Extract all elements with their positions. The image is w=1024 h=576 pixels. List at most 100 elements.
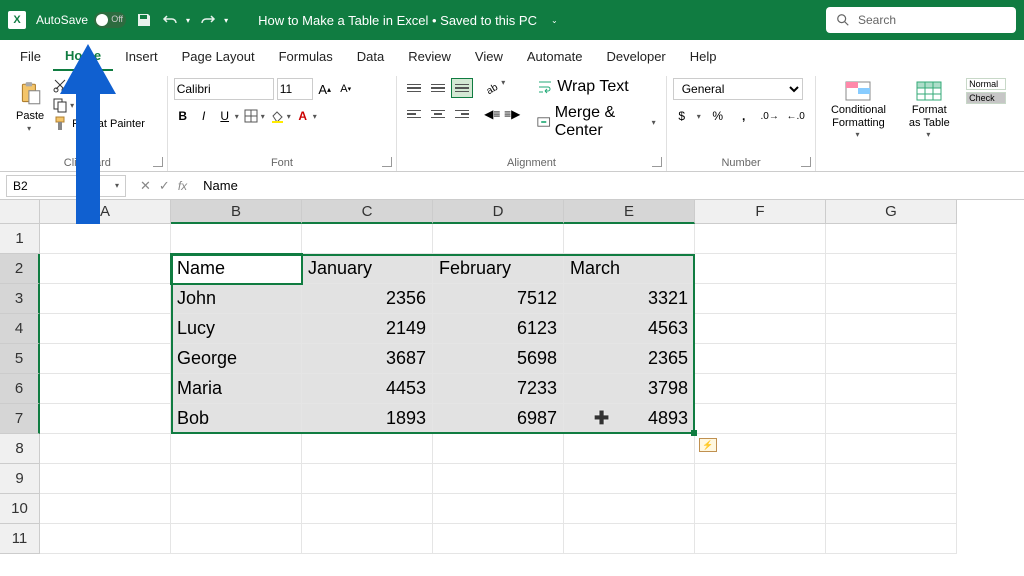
cell-F6[interactable] xyxy=(695,374,826,404)
align-left-icon[interactable] xyxy=(403,104,425,124)
decrease-font-icon[interactable]: A▾ xyxy=(337,79,355,99)
cell-G7[interactable] xyxy=(826,404,957,434)
row-header-10[interactable]: 10 xyxy=(0,494,40,524)
tab-insert[interactable]: Insert xyxy=(113,43,170,70)
cell-style-normal[interactable]: Normal xyxy=(966,78,1006,90)
cell-E6[interactable]: 3798 xyxy=(564,374,695,404)
tab-developer[interactable]: Developer xyxy=(595,43,678,70)
formula-input[interactable]: Name xyxy=(195,178,1024,193)
italic-button[interactable]: I xyxy=(195,106,213,126)
tab-home[interactable]: Home xyxy=(53,42,113,71)
cell-F11[interactable] xyxy=(695,524,826,554)
cell-E4[interactable]: 4563 xyxy=(564,314,695,344)
font-size-select[interactable] xyxy=(277,78,313,100)
tab-review[interactable]: Review xyxy=(396,43,463,70)
cell-C8[interactable] xyxy=(302,434,433,464)
cell-E10[interactable] xyxy=(564,494,695,524)
cell-A10[interactable] xyxy=(40,494,171,524)
cell-D11[interactable] xyxy=(433,524,564,554)
cell-D6[interactable]: 7233 xyxy=(433,374,564,404)
cell-B2[interactable]: Name xyxy=(171,254,302,284)
redo-icon[interactable] xyxy=(200,12,216,28)
cell-C2[interactable]: January xyxy=(302,254,433,284)
cell-C7[interactable]: 1893 xyxy=(302,404,433,434)
cell-C3[interactable]: 2356 xyxy=(302,284,433,314)
cell-G1[interactable] xyxy=(826,224,957,254)
cell-A5[interactable] xyxy=(40,344,171,374)
decrease-decimal-icon[interactable]: ←.0 xyxy=(787,106,805,126)
spreadsheet-grid[interactable]: ABCDEFG 12NameJanuaryFebruaryMarch3John2… xyxy=(0,200,1024,554)
number-launcher-icon[interactable] xyxy=(801,157,811,167)
row-header-1[interactable]: 1 xyxy=(0,224,40,254)
col-header-A[interactable]: A xyxy=(40,200,171,224)
align-center-icon[interactable] xyxy=(427,104,449,124)
cell-A3[interactable] xyxy=(40,284,171,314)
row-header-5[interactable]: 5 xyxy=(0,344,40,374)
row-header-7[interactable]: 7 xyxy=(0,404,40,434)
col-header-F[interactable]: F xyxy=(695,200,826,224)
cell-G9[interactable] xyxy=(826,464,957,494)
cell-F1[interactable] xyxy=(695,224,826,254)
cell-A2[interactable] xyxy=(40,254,171,284)
cell-F7[interactable] xyxy=(695,404,826,434)
bold-button[interactable]: B xyxy=(174,106,192,126)
cell-E9[interactable] xyxy=(564,464,695,494)
cell-D4[interactable]: 6123 xyxy=(433,314,564,344)
cell-E11[interactable] xyxy=(564,524,695,554)
fill-color-button[interactable] xyxy=(268,106,286,126)
cell-C6[interactable]: 4453 xyxy=(302,374,433,404)
select-all-corner[interactable] xyxy=(0,200,40,224)
row-header-8[interactable]: 8 xyxy=(0,434,40,464)
border-button[interactable] xyxy=(242,106,260,126)
cell-B11[interactable] xyxy=(171,524,302,554)
cell-B4[interactable]: Lucy xyxy=(171,314,302,344)
cell-B7[interactable]: Bob xyxy=(171,404,302,434)
cell-D1[interactable] xyxy=(433,224,564,254)
tab-view[interactable]: View xyxy=(463,43,515,70)
undo-icon[interactable] xyxy=(162,12,178,28)
cell-G3[interactable] xyxy=(826,284,957,314)
conditional-formatting-button[interactable]: Conditional Formatting▾ xyxy=(822,78,894,142)
cell-B10[interactable] xyxy=(171,494,302,524)
cell-F3[interactable] xyxy=(695,284,826,314)
underline-button[interactable]: U xyxy=(216,106,234,126)
cell-A1[interactable] xyxy=(40,224,171,254)
cell-F5[interactable] xyxy=(695,344,826,374)
cell-F10[interactable] xyxy=(695,494,826,524)
cell-A7[interactable] xyxy=(40,404,171,434)
cell-E2[interactable]: March xyxy=(564,254,695,284)
quick-analysis-icon[interactable]: ⚡ xyxy=(699,438,717,452)
cell-G4[interactable] xyxy=(826,314,957,344)
cell-D7[interactable]: 6987 xyxy=(433,404,564,434)
accounting-format-button[interactable]: $ xyxy=(673,106,691,126)
cell-E5[interactable]: 2365 xyxy=(564,344,695,374)
col-header-E[interactable]: E xyxy=(564,200,695,224)
cell-D10[interactable] xyxy=(433,494,564,524)
row-header-6[interactable]: 6 xyxy=(0,374,40,404)
percent-format-button[interactable]: % xyxy=(709,106,727,126)
orientation-button[interactable]: ab xyxy=(483,78,501,98)
merge-center-button[interactable]: Merge & Center ▾ xyxy=(537,104,655,140)
autosave-toggle[interactable]: AutoSave Off xyxy=(36,12,126,28)
wrap-text-button[interactable]: Wrap Text xyxy=(537,78,655,96)
search-input[interactable]: Search xyxy=(826,7,1016,33)
col-header-G[interactable]: G xyxy=(826,200,957,224)
increase-font-icon[interactable]: A▴ xyxy=(316,79,334,99)
cell-A8[interactable] xyxy=(40,434,171,464)
font-name-select[interactable] xyxy=(174,78,274,100)
cell-E1[interactable] xyxy=(564,224,695,254)
cell-C1[interactable] xyxy=(302,224,433,254)
tab-help[interactable]: Help xyxy=(678,43,729,70)
row-header-2[interactable]: 2 xyxy=(0,254,40,284)
cut-button[interactable]: Cut xyxy=(52,78,145,94)
cell-G8[interactable] xyxy=(826,434,957,464)
accept-formula-icon[interactable]: ✓ xyxy=(159,178,170,194)
tab-formulas[interactable]: Formulas xyxy=(267,43,345,70)
cell-D3[interactable]: 7512 xyxy=(433,284,564,314)
clipboard-launcher-icon[interactable] xyxy=(153,157,163,167)
row-header-9[interactable]: 9 xyxy=(0,464,40,494)
autosave-switch-icon[interactable]: Off xyxy=(94,12,126,28)
cell-C5[interactable]: 3687 xyxy=(302,344,433,374)
format-painter-button[interactable]: Format Painter xyxy=(52,116,145,132)
cell-G10[interactable] xyxy=(826,494,957,524)
